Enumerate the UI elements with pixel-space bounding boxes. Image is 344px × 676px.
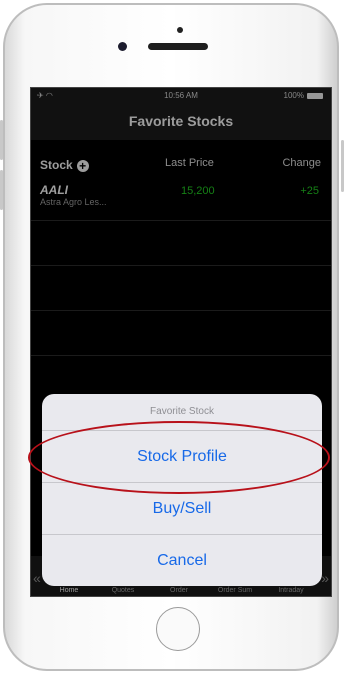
- annotation-ellipse: [28, 421, 330, 494]
- volume-button: [0, 120, 3, 160]
- front-camera-icon: [118, 42, 127, 51]
- home-button[interactable]: [156, 607, 200, 651]
- app-screen: ✈ ◠ 10:56 AM 100% Favorite Stocks Stock +…: [30, 87, 332, 597]
- volume-button: [0, 170, 3, 210]
- proximity-sensor-icon: [177, 27, 183, 33]
- cancel-button[interactable]: Cancel: [42, 535, 322, 586]
- earpiece-speaker: [148, 43, 208, 50]
